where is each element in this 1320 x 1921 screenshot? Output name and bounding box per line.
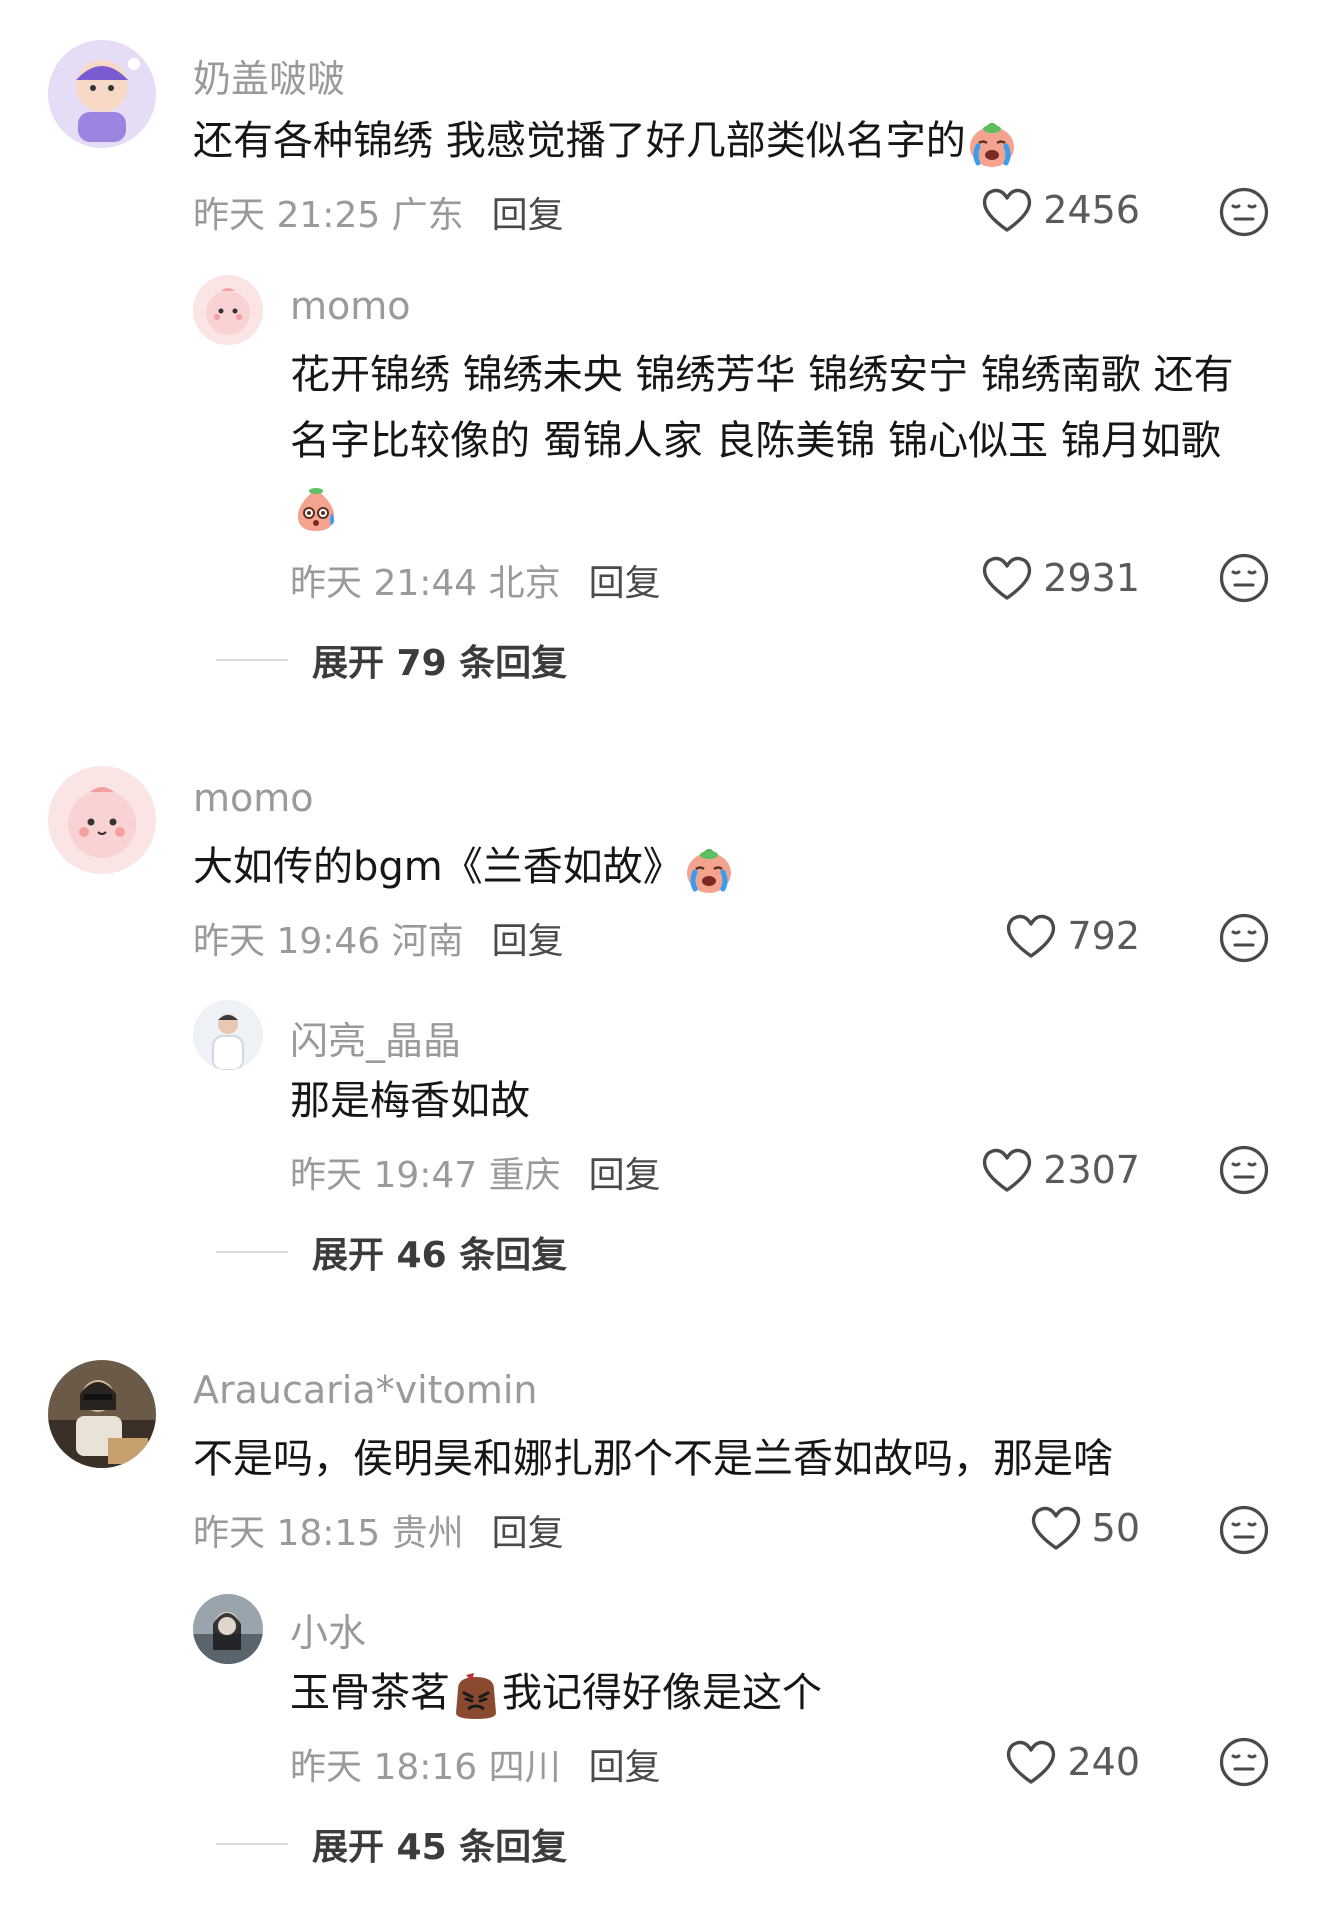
like-count: 2307: [1043, 1148, 1140, 1192]
comment-meta: 昨天 18:15 贵州 回复: [193, 1504, 564, 1556]
divider-line: [216, 659, 288, 661]
timestamp-location: 昨天 19:47 重庆: [290, 1155, 561, 1196]
divider-line: [216, 1251, 288, 1253]
reply-meta: 昨天 19:47 重庆 回复: [290, 1146, 661, 1198]
comment-text-body: 还有各种锦绣 我感觉播了好几部类似名字的: [193, 118, 966, 164]
reply-meta: 昨天 18:16 四川 回复: [290, 1738, 661, 1790]
neutral-face-icon: [1218, 1144, 1270, 1196]
dislike-button[interactable]: [1218, 552, 1270, 604]
comment-meta: 昨天 19:46 河南 回复: [193, 912, 564, 964]
crying-face-emoji: [966, 117, 1018, 169]
username[interactable]: momo: [290, 284, 411, 328]
sweat-face-emoji: [290, 483, 342, 535]
username[interactable]: Araucaria*vitomin: [193, 1368, 538, 1412]
timestamp-location: 昨天 21:25 广东: [193, 195, 464, 236]
heart-outline-icon: [1030, 1504, 1082, 1552]
divider-line: [216, 1843, 288, 1845]
expand-replies-label: 展开 79 条回复: [312, 643, 568, 684]
like-count: 240: [1067, 1740, 1140, 1784]
reply-text-body: 我记得好像是这个: [502, 1670, 822, 1716]
neutral-face-icon: [1218, 1504, 1270, 1556]
crying-face-emoji: [683, 843, 735, 895]
avatar[interactable]: [193, 275, 263, 345]
comment-text: 大如传的bgm《兰香如故》: [193, 834, 735, 900]
reply-meta: 昨天 21:44 北京 回复: [290, 554, 661, 606]
reply-button[interactable]: 回复: [492, 1504, 564, 1556]
comment-meta: 昨天 21:25 广东 回复: [193, 186, 564, 238]
username[interactable]: momo: [193, 776, 314, 820]
avatar[interactable]: [193, 1000, 263, 1070]
comment-text-body: 大如传的bgm《兰香如故》: [193, 844, 683, 890]
heart-outline-icon: [1005, 912, 1057, 960]
reply-text: 那是梅香如故: [290, 1078, 530, 1124]
comment-text: 不是吗，侯明昊和娜扎那个不是兰香如故吗，那是啥: [193, 1436, 1113, 1482]
neutral-face-icon: [1218, 912, 1270, 964]
expand-replies-button[interactable]: 展开 46 条回复: [216, 1226, 567, 1278]
like-button[interactable]: 2456: [940, 186, 1140, 234]
reply-button[interactable]: 回复: [589, 554, 661, 606]
avatar[interactable]: [48, 1360, 156, 1468]
reply-text-body: 玉骨茶茗: [290, 1670, 450, 1716]
reply-button[interactable]: 回复: [492, 912, 564, 964]
angry-face-emoji: [450, 1669, 502, 1721]
comment-text: 还有各种锦绣 我感觉播了好几部类似名字的: [193, 108, 1018, 174]
dislike-button[interactable]: [1218, 912, 1270, 964]
heart-outline-icon: [981, 186, 1033, 234]
like-count: 2456: [1043, 188, 1140, 232]
reply-button[interactable]: 回复: [589, 1146, 661, 1198]
avatar[interactable]: [48, 766, 156, 874]
neutral-face-icon: [1218, 186, 1270, 238]
neutral-face-icon: [1218, 552, 1270, 604]
like-count: 2931: [1043, 556, 1140, 600]
dislike-button[interactable]: [1218, 1144, 1270, 1196]
like-button[interactable]: 2307: [940, 1146, 1140, 1194]
like-button[interactable]: 792: [940, 912, 1140, 960]
heart-outline-icon: [981, 1146, 1033, 1194]
like-button[interactable]: 240: [940, 1738, 1140, 1786]
like-button[interactable]: 2931: [940, 554, 1140, 602]
neutral-face-icon: [1218, 1736, 1270, 1788]
expand-replies-label: 展开 45 条回复: [312, 1827, 568, 1868]
username[interactable]: 奶盖啵啵: [193, 48, 345, 103]
reply-text-line: 花开锦绣 锦绣未央 锦绣芳华 锦绣安宁 锦绣南歌 还有: [290, 352, 1234, 398]
dislike-button[interactable]: [1218, 1504, 1270, 1556]
reply-text: 花开锦绣 锦绣未央 锦绣芳华 锦绣安宁 锦绣南歌 还有 名字比较像的 蜀锦人家 …: [290, 342, 1234, 540]
timestamp-location: 昨天 18:15 贵州: [193, 1513, 464, 1554]
like-button[interactable]: 50: [940, 1504, 1140, 1552]
timestamp-location: 昨天 18:16 四川: [290, 1747, 561, 1788]
avatar[interactable]: [193, 1594, 263, 1664]
reply-text-line: 名字比较像的 蜀锦人家 良陈美锦 锦心似玉 锦月如歌: [290, 418, 1221, 464]
like-count: 792: [1067, 914, 1140, 958]
dislike-button[interactable]: [1218, 1736, 1270, 1788]
heart-outline-icon: [981, 554, 1033, 602]
like-count: 50: [1091, 1506, 1140, 1550]
username[interactable]: 小水: [290, 1602, 366, 1657]
reply-button[interactable]: 回复: [492, 186, 564, 238]
username[interactable]: 闪亮_晶晶: [290, 1010, 461, 1065]
reply-text: 玉骨茶茗 我记得好像是这个: [290, 1660, 822, 1726]
heart-outline-icon: [1005, 1738, 1057, 1786]
expand-replies-button[interactable]: 展开 79 条回复: [216, 634, 567, 686]
dislike-button[interactable]: [1218, 186, 1270, 238]
reply-button[interactable]: 回复: [589, 1738, 661, 1790]
avatar[interactable]: [48, 40, 156, 148]
timestamp-location: 昨天 21:44 北京: [290, 563, 561, 604]
expand-replies-label: 展开 46 条回复: [312, 1235, 568, 1276]
expand-replies-button[interactable]: 展开 45 条回复: [216, 1818, 567, 1870]
timestamp-location: 昨天 19:46 河南: [193, 921, 464, 962]
